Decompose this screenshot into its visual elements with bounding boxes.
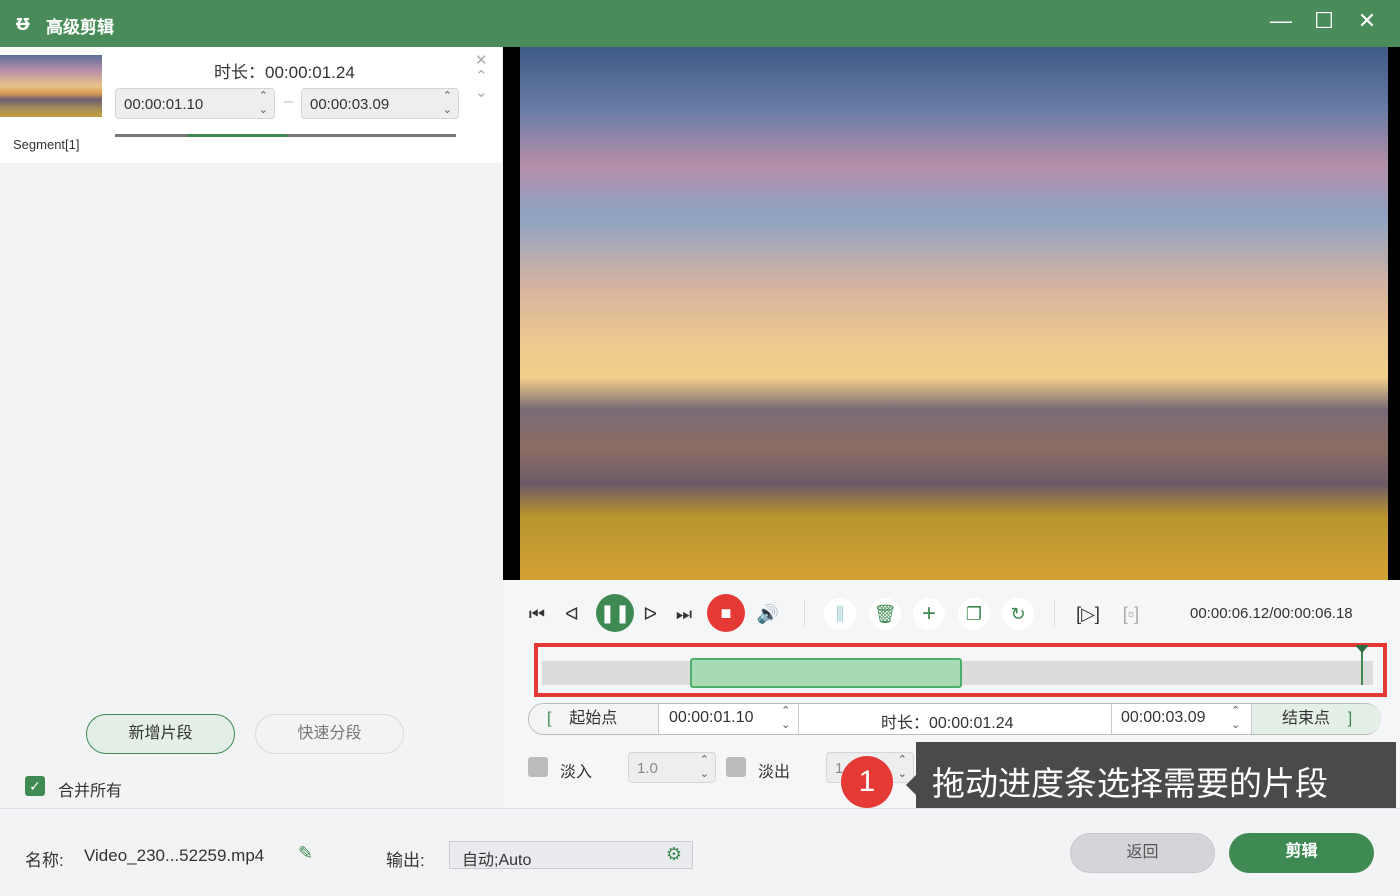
divider (1054, 600, 1055, 626)
move-down-icon[interactable]: ⌄ (475, 85, 488, 101)
time-readout: 00:00:06.12/00:00:06.18 (1190, 605, 1353, 622)
segment-end-input[interactable]: 00:00:03.09 ⌃ ⌄ (301, 88, 459, 119)
close-icon[interactable]: ✕ (1352, 8, 1382, 34)
merge-all-checkbox[interactable]: ✓ (25, 776, 45, 796)
segment-item-actions: ✕ ⌃ ⌄ (475, 53, 488, 101)
range-bar: [ 起始点 00:00:01.10 ⌃ ⌄ 时长：00:00:01.24 00:0… (528, 703, 1381, 735)
callout-pointer (906, 775, 916, 795)
settings-icon[interactable]: ⚙ (666, 844, 682, 865)
set-start-button[interactable]: [ 起始点 (529, 704, 659, 734)
stop-selection-icon[interactable]: [▫] (1115, 598, 1147, 630)
segment-name: Segment[1] (13, 137, 80, 152)
edit-name-icon[interactable]: ✎ (298, 843, 313, 864)
range-duration: 时长：00:00:01.24 (881, 715, 1014, 732)
pause-button[interactable]: ❚❚ (596, 594, 634, 632)
next-frame-icon[interactable]: ᐅ (634, 598, 666, 630)
title-bar: ᵿ 高级剪辑 — ☐ ✕ (0, 0, 1400, 47)
timeline-track[interactable] (542, 645, 1373, 688)
set-end-button[interactable]: 结束点 ] (1251, 704, 1381, 734)
stop-button[interactable]: ■ (707, 594, 745, 632)
go-to-start-icon[interactable]: ⏮ (521, 598, 553, 630)
callout-badge: 1 (841, 756, 893, 808)
fade-in-input[interactable]: 1.0 ⌃ ⌄ (628, 752, 716, 783)
video-frame[interactable] (520, 47, 1388, 580)
segment-range-bar (115, 134, 456, 137)
name-label: 名称: (25, 851, 64, 870)
delete-icon[interactable]: 🗑 (869, 598, 901, 630)
go-to-end-icon[interactable]: ⏭ (668, 598, 700, 630)
move-up-icon[interactable]: ⌃ (475, 69, 488, 85)
fade-out-checkbox[interactable] (726, 757, 746, 777)
play-selection-icon[interactable]: [▷] (1072, 598, 1104, 630)
bottom-bar: 名称: Video_230...52259.mp4 ✎ 输出: 自动;Auto ⚙… (0, 808, 1400, 896)
output-select[interactable]: 自动;Auto ⚙ (449, 841, 693, 869)
remove-segment-icon[interactable]: ✕ (475, 53, 488, 69)
previous-frame-icon[interactable]: ᐊ (556, 598, 588, 630)
output-label: 输出: (386, 851, 425, 870)
back-button[interactable]: 返回 (1070, 833, 1215, 873)
separator: – (284, 93, 293, 110)
segment-thumbnail (0, 55, 102, 117)
fade-in-checkbox[interactable] (528, 757, 548, 777)
timeline-selection[interactable] (689, 658, 962, 688)
maximize-icon[interactable]: ☐ (1309, 8, 1339, 34)
quick-split-button[interactable]: 快速分段 (255, 714, 404, 754)
split-icon[interactable]: ⫼ (824, 598, 856, 630)
app-logo-icon: ᵿ (16, 10, 30, 35)
add-segment-button[interactable]: 新增片段 (86, 714, 235, 754)
merge-all-label: 合并所有 (58, 783, 123, 800)
segment-duration: 时长：00:00:01.24 (214, 63, 355, 82)
window-title: 高级剪辑 (46, 18, 114, 37)
divider (804, 600, 805, 626)
add-icon[interactable]: + (913, 598, 945, 630)
range-start-input[interactable]: 00:00:01.10 (669, 709, 754, 727)
playhead[interactable] (1355, 645, 1370, 685)
file-name: Video_230...52259.mp4 (84, 846, 265, 865)
segment-item[interactable]: Segment[1] 时长：00:00:01.24 00:00:01.10 ⌃ ⌄ … (0, 47, 502, 163)
reset-icon[interactable]: ↻ (1002, 598, 1034, 630)
clip-button[interactable]: 剪辑 (1229, 833, 1374, 873)
range-end-input[interactable]: 00:00:03.09 (1121, 709, 1206, 727)
fade-out-label: 淡出 (758, 764, 791, 781)
segment-start-input[interactable]: 00:00:01.10 ⌃ ⌄ (115, 88, 275, 119)
copy-icon[interactable]: ❐ (958, 598, 990, 630)
fade-in-label: 淡入 (560, 764, 593, 781)
volume-icon[interactable]: 🔊 (752, 598, 784, 630)
minimize-icon[interactable]: — (1266, 8, 1296, 34)
